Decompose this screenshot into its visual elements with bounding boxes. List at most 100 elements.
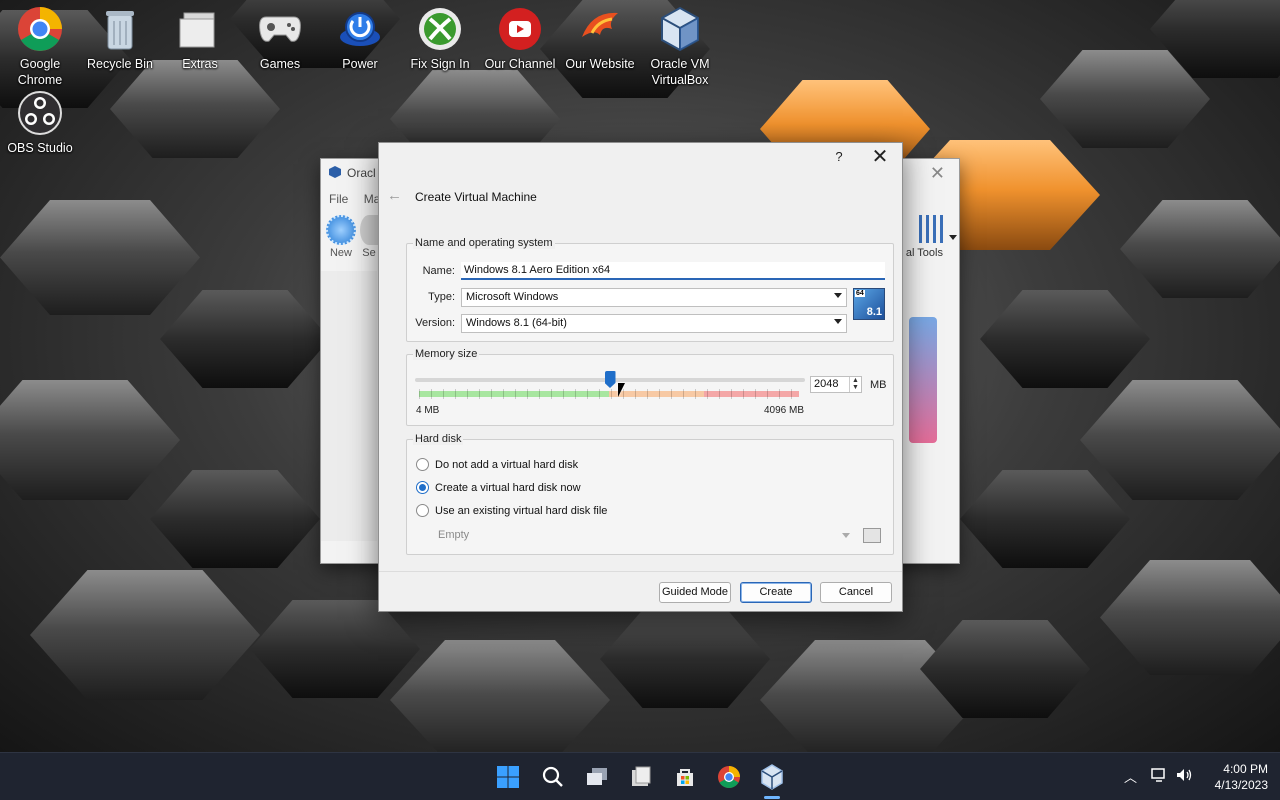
radio-no-disk-label[interactable]: Do not add a virtual hard disk xyxy=(435,459,578,471)
desktop-icon-label: Games xyxy=(259,57,301,71)
desktop-icon-label: Oracle VM VirtualBox xyxy=(650,57,710,87)
chevron-down-icon[interactable] xyxy=(949,235,957,240)
network-icon[interactable] xyxy=(1150,767,1168,786)
group-label: Hard disk xyxy=(413,433,464,445)
name-input[interactable]: Windows 8.1 Aero Edition x64 xyxy=(461,262,885,280)
chrome-icon xyxy=(17,6,63,52)
desktop-icon-label: Recycle Bin xyxy=(87,57,153,71)
virtualbox-small-icon xyxy=(329,166,341,178)
menu-file[interactable]: File xyxy=(329,192,348,206)
existing-disk-value: Empty xyxy=(438,529,470,541)
chevron-down-icon xyxy=(834,293,842,298)
memory-min-label: 4 MB xyxy=(416,405,440,416)
desktop-icon-label: Google Chrome xyxy=(17,57,63,87)
obs-icon xyxy=(17,90,63,136)
active-app-indicator xyxy=(764,796,780,799)
name-os-group: Name and operating system Name: Windows … xyxy=(406,237,894,342)
help-button[interactable]: ? xyxy=(831,149,847,167)
radio-no-disk[interactable] xyxy=(416,458,429,471)
vm-list-panel xyxy=(321,271,377,541)
dialog-title: Create Virtual Machine xyxy=(415,190,537,204)
desktop-icon-virtualbox[interactable]: Oracle VM VirtualBox xyxy=(640,0,720,88)
dialog-footer: Guided Mode Create Cancel xyxy=(379,571,902,611)
memory-unit-label: MB xyxy=(870,379,887,391)
desktop-icon-label: Fix Sign In xyxy=(410,57,470,71)
memory-spinbox[interactable]: 2048 ▲ ▼ xyxy=(810,376,862,393)
hard-disk-group: Hard disk Do not add a virtual hard disk… xyxy=(406,433,894,555)
os-bits-badge: 64 xyxy=(855,290,865,297)
taskbar: ︿ 4:00 PM 4/13/2023 xyxy=(0,752,1280,800)
desktop-icon-chrome[interactable]: Google Chrome xyxy=(0,0,80,88)
create-vm-dialog: ? ✕ ← Create Virtual Machine Name and op… xyxy=(378,142,903,612)
tools-icon xyxy=(919,215,943,243)
version-label: Version: xyxy=(415,317,455,329)
desktop-icon-recycle-bin[interactable]: Recycle Bin xyxy=(80,0,160,72)
volume-icon[interactable] xyxy=(1175,767,1193,786)
folder-open-icon xyxy=(863,528,881,543)
gear-icon xyxy=(360,215,378,245)
virtualbox-icon xyxy=(657,6,703,52)
new-vm-icon xyxy=(326,215,356,245)
recycle-bin-icon xyxy=(97,6,143,52)
phoenix-icon xyxy=(577,6,623,52)
file-explorer-icon[interactable] xyxy=(625,761,657,793)
spin-arrows-icon[interactable]: ▲ ▼ xyxy=(849,377,861,392)
type-select[interactable]: Microsoft Windows xyxy=(461,288,847,307)
type-select-value: Microsoft Windows xyxy=(466,291,559,303)
virtualbox-icon[interactable] xyxy=(756,761,788,793)
clock-time: 4:00 PM xyxy=(1223,762,1268,776)
version-select-value: Windows 8.1 (64-bit) xyxy=(466,317,567,329)
desktop-icon-label: OBS Studio xyxy=(7,141,73,155)
vm-preview-art xyxy=(909,317,937,443)
desktop-icon-label: Power xyxy=(342,57,378,71)
close-button[interactable]: ✕ xyxy=(869,147,891,169)
window-title: Oracl xyxy=(329,166,376,180)
group-label: Name and operating system xyxy=(413,237,555,249)
radio-create-disk-label[interactable]: Create a virtual hard disk now xyxy=(435,482,581,494)
toolbar-settings-button[interactable]: Se xyxy=(359,215,379,259)
mouse-cursor-icon xyxy=(618,383,625,397)
memory-max-label: 4096 MB xyxy=(764,405,805,416)
system-clock[interactable]: 4:00 PM 4/13/2023 xyxy=(1215,761,1268,793)
windows-8-os-icon: 64 8.1 xyxy=(853,288,885,320)
radio-existing-disk-label[interactable]: Use an existing virtual hard disk file xyxy=(435,505,607,517)
power-icon xyxy=(337,6,383,52)
desktop-icon-fix-sign-in[interactable]: Fix Sign In xyxy=(400,0,480,72)
youtube-icon xyxy=(497,6,543,52)
clock-date: 4/13/2023 xyxy=(1214,778,1268,792)
memory-slider-thumb[interactable] xyxy=(604,371,616,388)
search-icon[interactable] xyxy=(537,761,569,793)
close-icon[interactable]: ✕ xyxy=(930,163,945,184)
gamepad-icon xyxy=(257,6,303,52)
desktop-icon-power[interactable]: Power xyxy=(320,0,400,72)
windows-start-icon[interactable] xyxy=(492,761,524,793)
desktop-icon-games[interactable]: Games xyxy=(240,0,320,72)
menu-bar: File Ma xyxy=(329,192,380,206)
type-label: Type: xyxy=(428,291,455,303)
existing-disk-select: Empty xyxy=(434,526,854,545)
desktop-icon-extras[interactable]: Extras xyxy=(160,0,240,72)
toolbar-new-button[interactable]: New xyxy=(323,215,359,259)
desktop-icon-label: Our Website xyxy=(565,57,635,71)
memory-value: 2048 xyxy=(814,378,839,390)
radio-create-disk[interactable] xyxy=(416,481,429,494)
radio-existing-disk[interactable] xyxy=(416,504,429,517)
cancel-button[interactable]: Cancel xyxy=(820,582,892,603)
guided-mode-button[interactable]: Guided Mode xyxy=(659,582,731,603)
memory-tick-marks xyxy=(419,389,799,399)
desktop-icon-obs[interactable]: OBS Studio xyxy=(0,84,80,156)
chevron-down-icon xyxy=(842,533,850,538)
store-icon[interactable] xyxy=(669,761,701,793)
dialog-header: ? ✕ ← Create Virtual Machine xyxy=(379,143,902,213)
create-button[interactable]: Create xyxy=(740,582,812,603)
back-arrow-icon[interactable]: ← xyxy=(387,187,402,204)
desktop-icon-our-website[interactable]: Our Website xyxy=(560,0,640,72)
desktop-icon-our-channel[interactable]: Our Channel xyxy=(480,0,560,72)
os-version-badge: 8.1 xyxy=(866,306,882,318)
chevron-up-icon[interactable]: ︿ xyxy=(1124,767,1137,786)
task-view-icon[interactable] xyxy=(581,761,613,793)
desktop-icon-label: Extras xyxy=(182,57,218,71)
version-select[interactable]: Windows 8.1 (64-bit) xyxy=(461,314,847,333)
chrome-icon[interactable] xyxy=(713,761,745,793)
toolbar-tools-button[interactable]: al Tools xyxy=(906,215,943,259)
